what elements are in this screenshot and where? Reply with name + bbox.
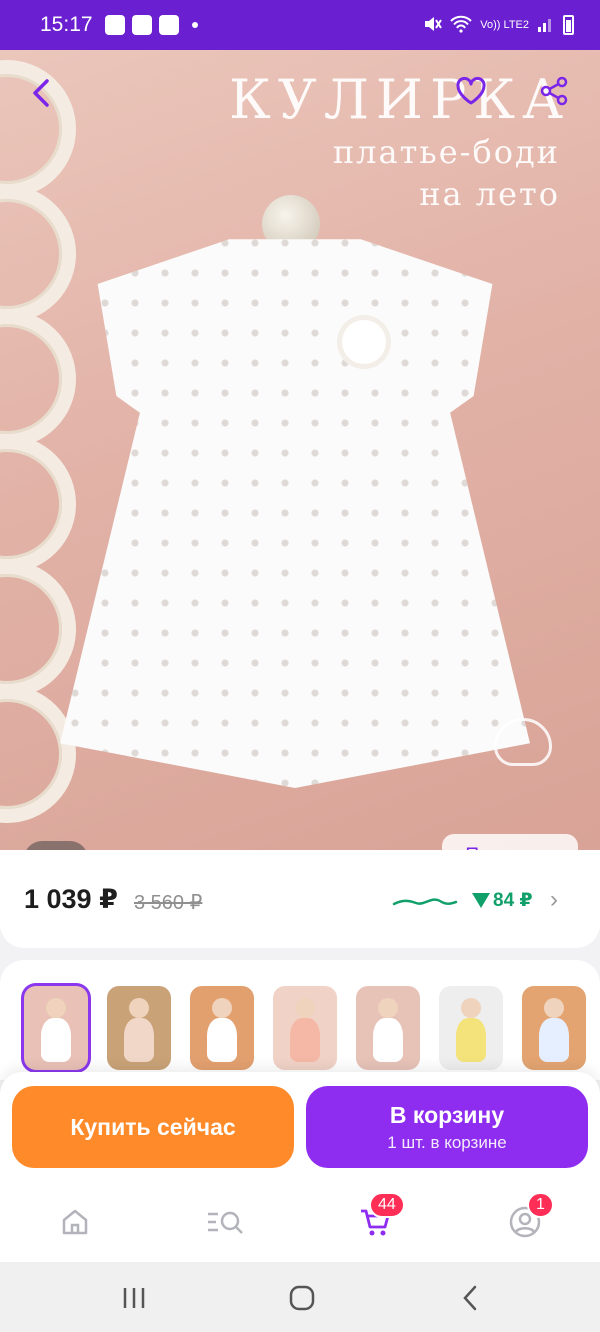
home-system-button[interactable] — [282, 1280, 322, 1316]
thumbnail-model-head — [544, 998, 564, 1018]
similar-products-button[interactable]: Похожие › — [442, 834, 578, 850]
more-notifications-icon — [191, 22, 198, 28]
product-thumbnail[interactable] — [107, 986, 171, 1070]
cotton-logo-icon — [494, 718, 552, 766]
chevron-left-icon — [33, 79, 49, 107]
thumbnail-dress — [207, 1018, 237, 1062]
thumbnail-dress — [373, 1018, 403, 1062]
brand-overlay: КУЛИРКА платье-боди на лето — [229, 68, 570, 215]
battery-icon — [563, 15, 574, 35]
thumbnail-model-head — [378, 998, 398, 1018]
nav-profile[interactable]: 1 — [503, 1192, 554, 1244]
price-history-chevron-icon[interactable]: › — [550, 886, 558, 914]
network-type: Vo)) LTE2 — [480, 19, 529, 31]
home-icon — [62, 1209, 88, 1235]
nav-cart[interactable]: 44 — [353, 1192, 405, 1244]
current-price: 1 039 ₽ — [24, 884, 118, 914]
dress-photo — [60, 228, 530, 788]
status-notification-icons — [104, 15, 198, 35]
share-icon — [540, 76, 568, 106]
price-trend-chart[interactable] — [392, 888, 458, 912]
product-thumbnail[interactable] — [522, 986, 586, 1070]
product-thumbnail[interactable] — [273, 986, 337, 1070]
wifi-icon — [450, 15, 472, 36]
cart-count-badge: 44 — [369, 1192, 405, 1218]
mute-icon — [422, 14, 443, 37]
thumbnail-dress — [290, 1018, 320, 1062]
recent-apps-button[interactable] — [114, 1280, 154, 1316]
gallery-notification-icon — [131, 15, 152, 35]
product-thumbnail[interactable] — [356, 986, 420, 1070]
signal-icon — [537, 15, 555, 36]
back-system-button[interactable] — [450, 1280, 490, 1316]
heart-icon — [456, 77, 486, 105]
recent-apps-icon — [123, 1288, 145, 1308]
thumbnail-dress — [41, 1018, 71, 1062]
cart-quantity-status: 1 шт. в корзине — [387, 1132, 507, 1152]
catalog-search-icon — [208, 1211, 243, 1234]
nav-home[interactable] — [53, 1200, 97, 1244]
home-circle-icon — [289, 1285, 315, 1311]
old-price: 3 560 ₽ — [134, 892, 203, 914]
share-button[interactable] — [535, 72, 573, 110]
thumbnail-model-head — [212, 998, 232, 1018]
nav-catalog[interactable] — [203, 1200, 247, 1244]
thumbnail-dress — [539, 1018, 569, 1062]
price-drop[interactable]: 84 ₽ — [472, 889, 533, 912]
thumbnail-strip — [0, 960, 600, 1080]
product-thumbnail[interactable] — [190, 986, 254, 1070]
status-system-icons: Vo)) LTE2 — [422, 14, 574, 37]
price-card: 1 039 ₽ 3 560 ₽ 84 ₽ › — [0, 850, 600, 948]
product-thumbnail[interactable] — [439, 986, 503, 1070]
thumbnail-dress — [124, 1018, 154, 1062]
action-bar: Купить сейчас В корзину 1 шт. в корзине — [0, 1072, 600, 1184]
thumbnail-model-head — [129, 998, 149, 1018]
brand-name: КУЛИРКА — [229, 68, 570, 131]
product-image[interactable]: КУЛИРКА платье-боди на лето 1 / 6 Похожи… — [0, 50, 600, 850]
app2-notification-icon — [158, 15, 179, 35]
bottom-nav: 44 1 — [0, 1184, 600, 1262]
arrow-down-icon — [472, 893, 490, 908]
thumbnail-model-head — [461, 998, 481, 1018]
status-time: 15:17 — [40, 13, 93, 36]
add-to-cart-label: В корзину — [389, 1101, 505, 1128]
favorite-button[interactable] — [452, 72, 490, 110]
image-counter: 1 / 6 — [24, 841, 88, 850]
back-button[interactable] — [22, 76, 60, 110]
dress-flower-brooch — [342, 320, 386, 364]
back-chevron-icon — [463, 1285, 477, 1311]
buy-now-button[interactable]: Купить сейчас — [12, 1086, 294, 1168]
dress-body — [60, 239, 530, 788]
caption-line-1: платье-боди — [332, 133, 560, 171]
status-bar: 15:17 Vo)) LTE2 — [0, 0, 600, 50]
thumbnail-model-head — [46, 998, 66, 1018]
add-to-cart-button[interactable]: В корзину 1 шт. в корзине — [306, 1086, 588, 1168]
app-notification-icon — [104, 15, 125, 35]
system-navigation-bar — [0, 1262, 600, 1332]
thumbnail-model-head — [295, 998, 315, 1018]
product-thumbnail[interactable] — [24, 986, 88, 1070]
price-drop-amount: 84 ₽ — [493, 890, 533, 911]
profile-notification-badge: 1 — [527, 1192, 554, 1218]
thumbnail-dress — [456, 1018, 486, 1062]
